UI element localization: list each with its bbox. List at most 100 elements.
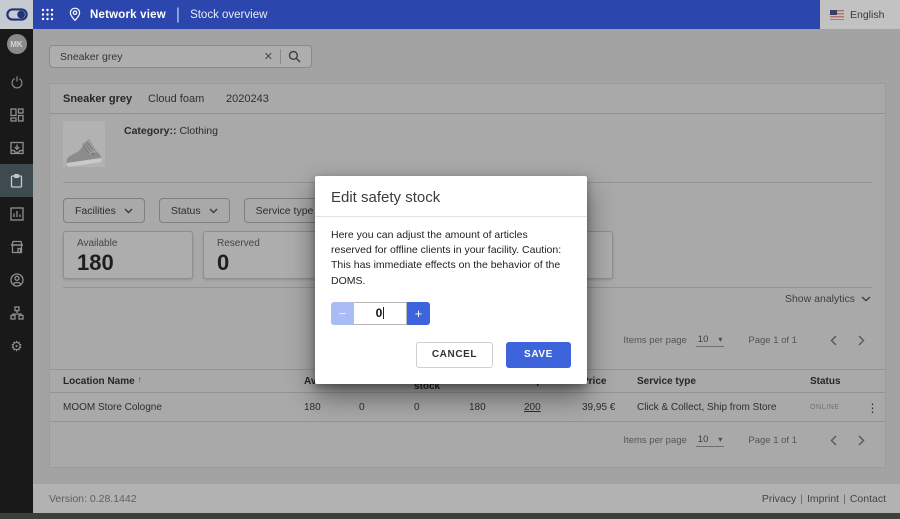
footer-links: Privacy | Imprint | Contact xyxy=(762,493,886,505)
text-cursor xyxy=(383,307,384,319)
select-caret-icon: ▾ xyxy=(718,435,722,444)
language-selector[interactable]: English xyxy=(820,0,900,29)
dashboard-icon xyxy=(10,108,24,122)
stepper-value-input[interactable]: 0 xyxy=(354,302,407,325)
sidebar-item-network[interactable] xyxy=(0,296,33,329)
gear-icon: ⚙ xyxy=(10,339,23,353)
category-label: Category:: xyxy=(124,125,177,137)
sidebar-item-settings[interactable]: ⚙ xyxy=(0,329,33,362)
items-per-page-value: 10 xyxy=(698,434,709,445)
power-icon xyxy=(10,75,24,89)
sidebar-item-dashboard[interactable] xyxy=(0,98,33,131)
category-value: Clothing xyxy=(179,125,218,137)
cell-price: 39,95 € xyxy=(582,402,637,413)
facilities-filter-label: Facilities xyxy=(75,205,116,217)
cell-safety-stock: 0 xyxy=(414,402,469,413)
stepper-increment-button[interactable]: + xyxy=(407,302,430,325)
chevron-right-icon xyxy=(858,435,865,446)
prev-page-button[interactable] xyxy=(823,435,843,446)
col-price: Price xyxy=(582,376,637,387)
paginator-top: Items per page 10 ▾ Page 1 of 1 xyxy=(623,334,871,347)
col-status: Status xyxy=(810,376,860,387)
filter-row: Facilities Status Service type xyxy=(63,198,342,223)
select-caret-icon: ▾ xyxy=(718,335,722,344)
items-per-page-label: Items per page xyxy=(623,435,686,446)
edit-safety-stock-dialog: Edit safety stock Here you can adjust th… xyxy=(315,176,587,384)
show-analytics-toggle[interactable]: Show analytics xyxy=(785,293,871,305)
search-bar[interactable]: Sneaker grey ✕ xyxy=(49,45,312,68)
avatar[interactable]: MK xyxy=(7,34,27,54)
hierarchy-icon xyxy=(10,306,24,320)
sidebar-item-logout[interactable] xyxy=(0,65,33,98)
paginator-bottom: Items per page 10 ▾ Page 1 of 1 xyxy=(623,434,871,447)
product-name: Sneaker grey xyxy=(63,93,148,105)
col-label: Location Name xyxy=(63,376,135,387)
status-filter[interactable]: Status xyxy=(159,198,230,223)
chevron-right-icon xyxy=(858,335,865,346)
sidebar-item-inbox[interactable] xyxy=(0,131,33,164)
inbox-download-icon xyxy=(10,141,24,155)
title-separator: | xyxy=(176,6,180,24)
stat-card-reserved: Reserved 0 xyxy=(203,231,333,279)
next-page-button[interactable] xyxy=(851,435,871,446)
sidebar-nav: MK xyxy=(0,29,33,513)
search-input[interactable]: Sneaker grey xyxy=(60,51,257,63)
sort-asc-icon: ↑ xyxy=(138,375,142,384)
sidebar-item-analytics[interactable] xyxy=(0,197,33,230)
chevron-left-icon xyxy=(830,435,837,446)
app-launcher-icon[interactable] xyxy=(41,8,54,21)
top-app-bar: Network view | Stock overview xyxy=(33,0,820,29)
language-label: English xyxy=(850,9,884,21)
link-separator: | xyxy=(800,493,803,505)
row-menu-icon[interactable]: ⋮ xyxy=(860,401,885,415)
cell-service-type: Click & Collect, Ship from Store xyxy=(637,402,810,413)
items-per-page-value: 10 xyxy=(698,334,709,345)
clear-search-icon[interactable]: ✕ xyxy=(257,50,280,63)
dialog-title: Edit safety stock xyxy=(315,176,587,217)
page-title: Network view xyxy=(90,9,166,21)
product-sku: 2020243 xyxy=(226,93,269,105)
clipboard-icon xyxy=(10,174,23,188)
storefront-icon xyxy=(10,240,24,254)
contact-link[interactable]: Contact xyxy=(850,493,886,505)
stat-label: Available xyxy=(77,238,192,249)
bar-chart-icon xyxy=(10,207,24,221)
sidebar-item-account[interactable] xyxy=(0,263,33,296)
product-image xyxy=(63,121,105,167)
items-per-page-select[interactable]: 10 ▾ xyxy=(696,334,725,347)
stat-value: 180 xyxy=(77,250,192,276)
page-info: Page 1 of 1 xyxy=(748,435,797,446)
items-per-page-select[interactable]: 10 ▾ xyxy=(696,434,725,447)
facilities-filter[interactable]: Facilities xyxy=(63,198,145,223)
chevron-down-icon xyxy=(861,296,871,302)
person-icon xyxy=(10,273,24,287)
cell-location: MOOM Store Cologne xyxy=(63,402,304,413)
safety-stock-stepper: − 0 + xyxy=(331,302,571,325)
col-location-name[interactable]: Location Name↑ xyxy=(63,375,304,387)
sidebar-item-stock[interactable] xyxy=(0,164,33,197)
cancel-button[interactable]: CANCEL xyxy=(416,342,493,368)
sidebar-item-store[interactable] xyxy=(0,230,33,263)
us-flag-icon xyxy=(830,10,844,20)
next-page-button[interactable] xyxy=(851,335,871,346)
search-icon[interactable] xyxy=(281,50,305,63)
items-per-page-label: Items per page xyxy=(623,335,686,346)
cell-available: 180 xyxy=(304,402,359,413)
show-analytics-label: Show analytics xyxy=(785,293,855,305)
dialog-body-text: Here you can adjust the amount of articl… xyxy=(315,217,587,289)
status-badge: ONLINE xyxy=(810,404,860,411)
product-header: Sneaker grey Cloud foam 2020243 xyxy=(50,84,885,114)
imprint-link[interactable]: Imprint xyxy=(807,493,839,505)
prev-page-button[interactable] xyxy=(823,335,843,346)
link-separator: | xyxy=(843,493,846,505)
privacy-link[interactable]: Privacy xyxy=(762,493,796,505)
table-row[interactable]: MOOM Store Cologne 180 0 0 180 200 39,95… xyxy=(50,394,885,422)
col-service-type: Service type xyxy=(637,376,810,387)
app-logo xyxy=(0,0,33,29)
save-button[interactable]: SAVE xyxy=(506,342,571,368)
stepper-decrement-button[interactable]: − xyxy=(331,302,354,325)
stat-card-available: Available 180 xyxy=(63,231,193,279)
cell-expected-link[interactable]: 200 xyxy=(524,402,582,413)
bottom-edge xyxy=(0,513,900,519)
cell-reserved: 0 xyxy=(359,402,414,413)
